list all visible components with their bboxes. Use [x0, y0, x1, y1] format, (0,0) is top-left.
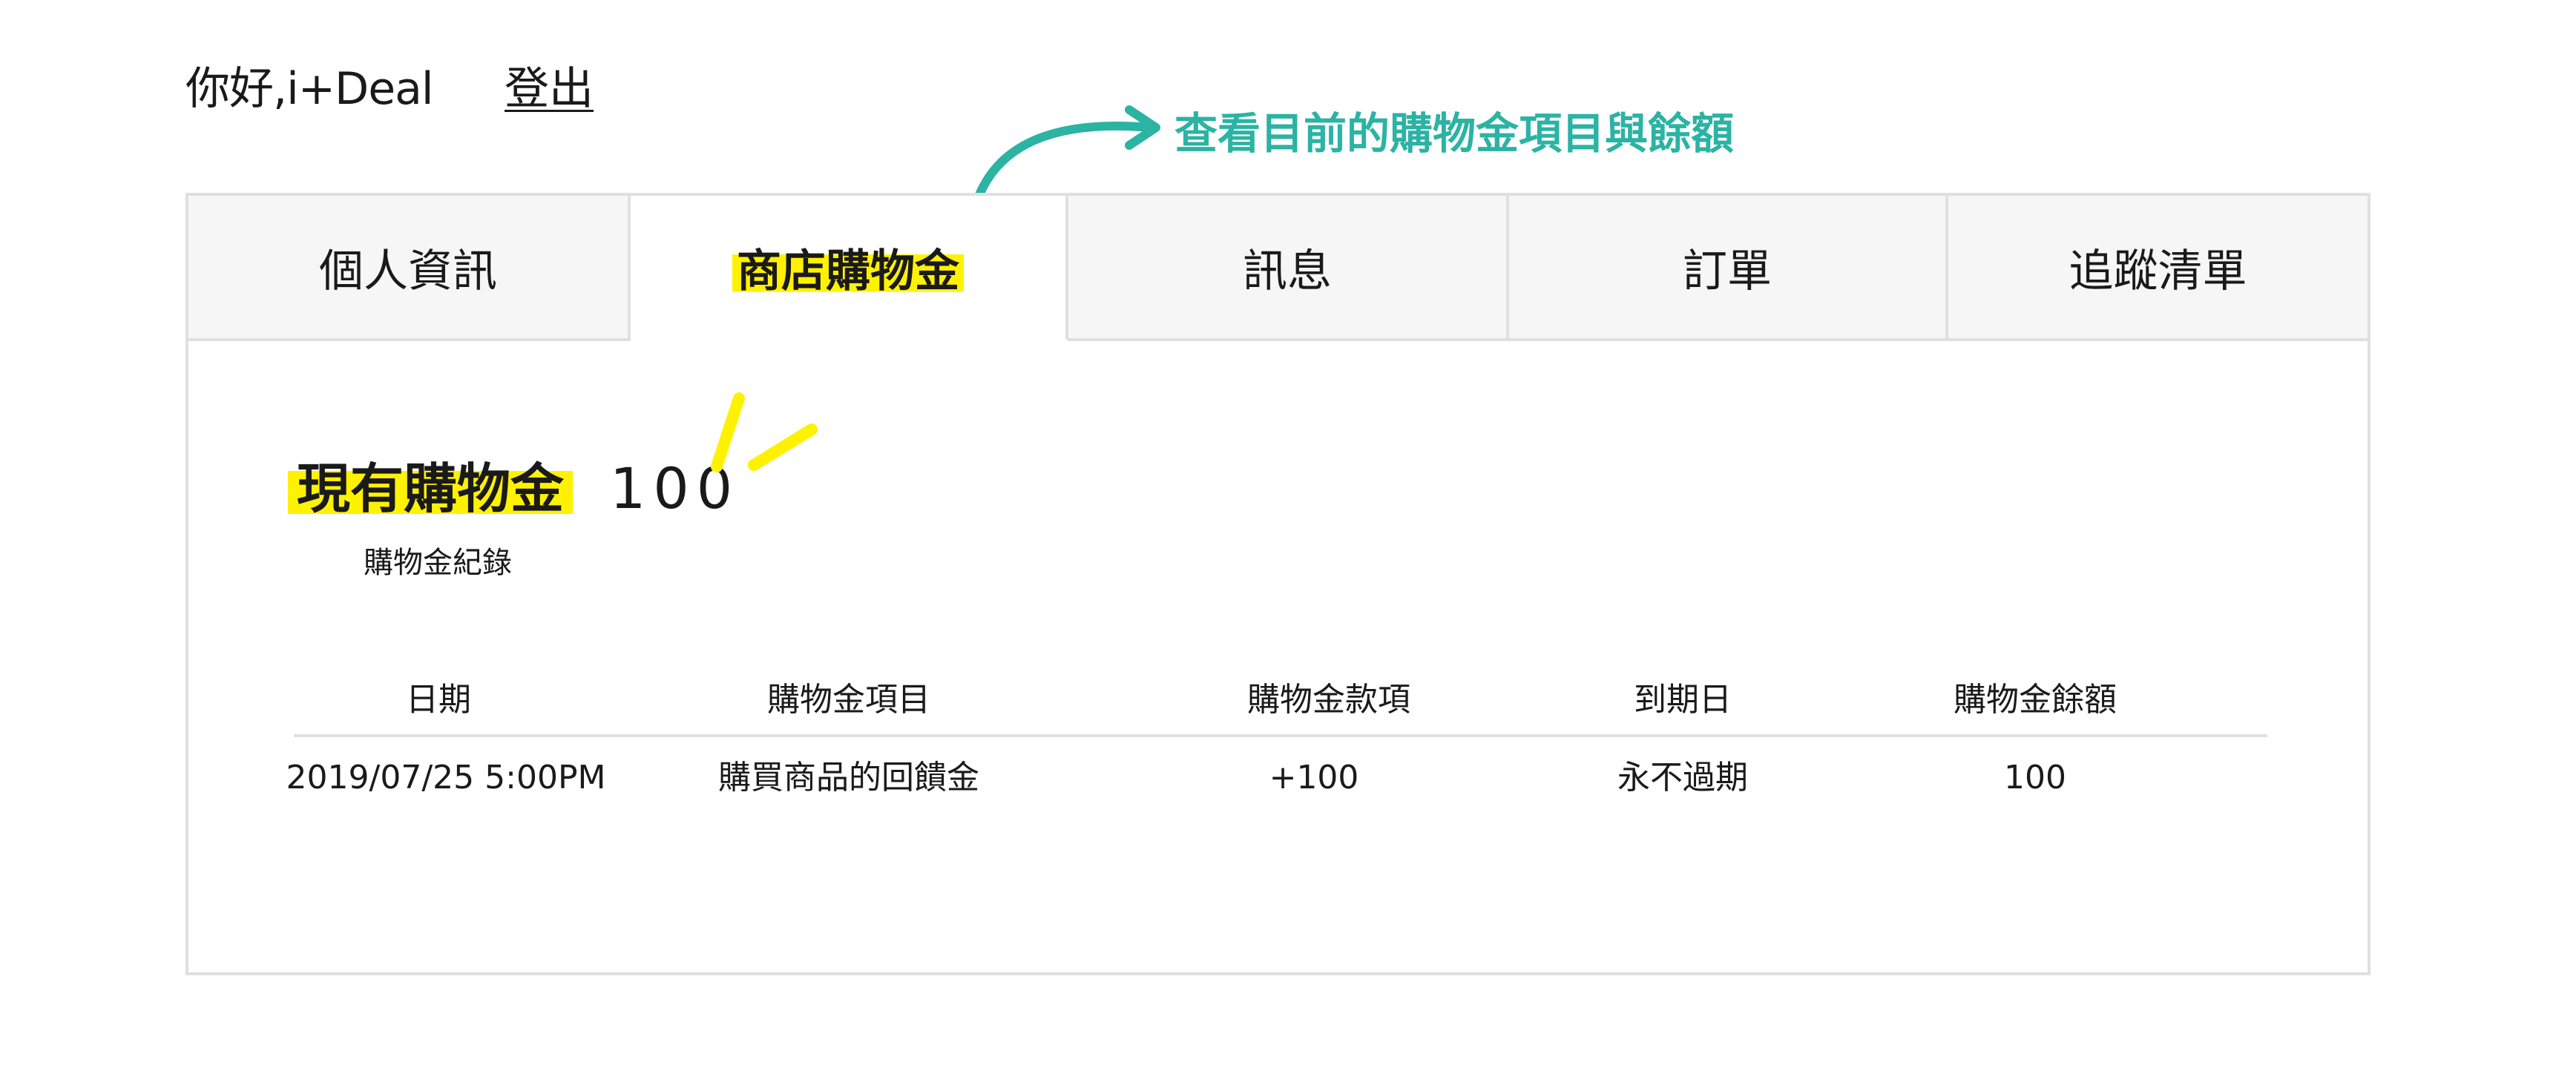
row-item: 購買商品的回饋金 [718, 759, 979, 797]
row-date: 2019/07/25 5:00PM [286, 759, 606, 797]
credit-history-link[interactable]: 購物金紀錄 [364, 541, 512, 585]
tab-store-credit[interactable]: 商店購物金 [631, 196, 1068, 341]
tab-label: 追蹤清單 [2069, 245, 2247, 297]
tab-label: 訂單 [1683, 245, 1772, 297]
logout-link[interactable]: 登出 [505, 59, 594, 119]
column-header-balance: 購物金餘額 [1954, 681, 2117, 719]
column-header-amount: 購物金款項 [1247, 681, 1410, 719]
column-header-item: 購物金項目 [767, 681, 930, 719]
table-header: 日期 購物金項目 購物金款項 到期日 購物金餘額 [294, 663, 2267, 737]
account-panel: 個人資訊 商店購物金 訊息 訂單 追蹤清單 現有購物金 100 購物金紀錄 日期… [185, 193, 2370, 975]
row-balance: 100 [2004, 759, 2066, 797]
balance-label: 現有購物金 [288, 452, 574, 526]
credit-history-table: 日期 購物金項目 購物金款項 到期日 購物金餘額 2019/07/25 5:00… [286, 663, 2267, 819]
column-header-date: 日期 [406, 681, 471, 719]
annotation-callout: 查看目前的購物金項目與餘額 [1174, 108, 1735, 159]
table-row: 2019/07/25 5:00PM 購買商品的回饋金 +100 永不過期 100 [286, 737, 2267, 819]
sparkle-icon [711, 392, 818, 472]
row-expiry: 永不過期 [1617, 759, 1748, 797]
greeting-text: 你好,i+Deal [185, 63, 434, 115]
tab-orders[interactable]: 訂單 [1509, 196, 1948, 341]
tab-messages[interactable]: 訊息 [1068, 196, 1509, 341]
tab-bar: 個人資訊 商店購物金 訊息 訂單 追蹤清單 [188, 196, 2368, 341]
tab-watchlist[interactable]: 追蹤清單 [1948, 196, 2368, 341]
tab-personal-info[interactable]: 個人資訊 [188, 196, 631, 341]
tab-label: 商店購物金 [732, 234, 964, 300]
tab-label: 個人資訊 [319, 245, 497, 297]
row-amount: +100 [1269, 759, 1359, 797]
column-header-expiry: 到期日 [1634, 681, 1732, 719]
tab-label: 訊息 [1243, 245, 1332, 297]
